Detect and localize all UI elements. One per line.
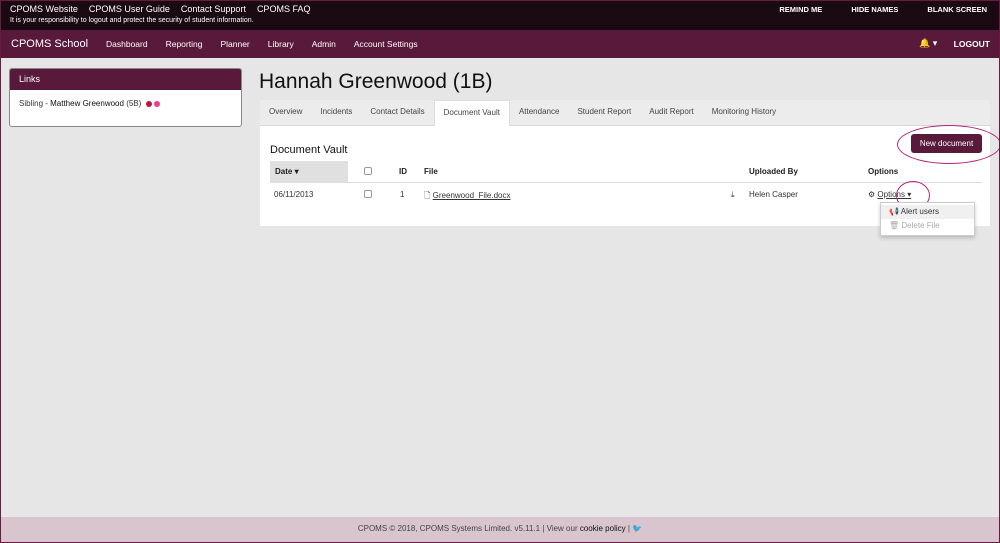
- nav-reporting[interactable]: Reporting: [166, 39, 203, 49]
- twitter-icon[interactable]: 🐦: [632, 524, 642, 533]
- status-dot-red: [145, 100, 152, 107]
- nav-planner[interactable]: Planner: [220, 39, 249, 49]
- sibling-link-row: Sibling - Matthew Greenwood (5B): [10, 90, 241, 117]
- table-header: Date ▾ ID File Uploaded By Options: [270, 161, 982, 183]
- id-column-header: ID: [399, 167, 407, 176]
- alert-users-item[interactable]: 📢 Alert users: [881, 205, 974, 219]
- row-uploaded-by: Helen Casper: [749, 190, 798, 199]
- privacy-controls: REMIND ME HIDE NAMES BLANK SCREEN: [779, 5, 987, 14]
- hide-names-button[interactable]: HIDE NAMES: [851, 5, 898, 14]
- logout-button[interactable]: LOGOUT: [954, 39, 990, 49]
- trash-icon: 🗑: [889, 221, 900, 230]
- student-name-heading: Hannah Greenwood (1B): [259, 70, 493, 93]
- date-column-header[interactable]: Date ▾: [270, 161, 348, 182]
- blank-screen-button[interactable]: BLANK SCREEN: [927, 5, 987, 14]
- tab-overview[interactable]: Overview: [260, 100, 311, 125]
- status-dot-pink: [153, 100, 160, 107]
- faq-link[interactable]: CPOMS FAQ: [257, 4, 311, 14]
- file-link[interactable]: Greenwood_File.docx: [433, 191, 511, 200]
- remind-me-button[interactable]: REMIND ME: [779, 5, 822, 14]
- user-guide-link[interactable]: CPOMS User Guide: [89, 4, 170, 14]
- tab-incidents[interactable]: Incidents: [311, 100, 361, 125]
- main-nav: CPOMS School Dashboard Reporting Planner…: [0, 30, 1000, 58]
- nav-account-settings[interactable]: Account Settings: [354, 39, 418, 49]
- alert-users-label: Alert users: [900, 207, 939, 216]
- links-panel: Links Sibling - Matthew Greenwood (5B): [9, 68, 242, 127]
- download-icon[interactable]: ⤓: [731, 190, 735, 200]
- sibling-prefix: Sibling -: [19, 99, 51, 108]
- options-dropdown-menu: 📢 Alert users 🗑 Delete File: [880, 202, 975, 236]
- section-title: Document Vault: [270, 144, 348, 156]
- tab-monitoring-history[interactable]: Monitoring History: [703, 100, 785, 125]
- row-date: 06/11/2013: [274, 190, 314, 199]
- links-panel-title: Links: [10, 69, 241, 90]
- file-cell: 🗋 Greenwood_File.docx: [424, 190, 511, 204]
- footer: CPOMS © 2018, CPOMS Systems Limited. v5.…: [0, 517, 1000, 543]
- tab-audit-report[interactable]: Audit Report: [640, 100, 702, 125]
- cpoms-website-link[interactable]: CPOMS Website: [10, 4, 78, 14]
- cookie-policy-link[interactable]: cookie policy: [580, 524, 626, 533]
- tab-contact-details[interactable]: Contact Details: [361, 100, 433, 125]
- student-tabs: Overview Incidents Contact Details Docum…: [260, 100, 990, 126]
- delete-file-item[interactable]: 🗑 Delete File: [881, 219, 974, 233]
- megaphone-icon: 📢: [889, 207, 899, 216]
- footer-text: CPOMS © 2018, CPOMS Systems Limited. v5.…: [357, 524, 580, 533]
- highlight-circle: [897, 125, 1000, 164]
- document-icon: 🗋: [424, 191, 431, 200]
- security-notice: It is your responsibility to logout and …: [10, 17, 254, 24]
- brand-name[interactable]: CPOMS School: [11, 38, 88, 50]
- top-links: CPOMS Website CPOMS User Guide Contact S…: [10, 4, 310, 14]
- sibling-name-link[interactable]: Matthew Greenwood: [50, 99, 124, 108]
- tab-student-report[interactable]: Student Report: [568, 100, 640, 125]
- table-row: 06/11/2013 1 🗋 Greenwood_File.docx ⤓ Hel…: [270, 184, 982, 206]
- contact-support-link[interactable]: Contact Support: [181, 4, 246, 14]
- row-id: 1: [400, 190, 405, 199]
- file-column-header: File: [424, 167, 438, 176]
- row-checkbox[interactable]: [364, 190, 372, 200]
- tab-attendance[interactable]: Attendance: [510, 100, 568, 125]
- nav-dashboard[interactable]: Dashboard: [106, 39, 148, 49]
- bell-icon[interactable]: 🔔 ▾: [919, 38, 937, 49]
- delete-file-label: Delete File: [901, 221, 940, 230]
- tab-document-vault[interactable]: Document Vault: [433, 100, 510, 126]
- nav-items: Dashboard Reporting Planner Library Admi…: [106, 39, 418, 49]
- select-all-checkbox[interactable]: [364, 167, 372, 177]
- uploaded-by-column-header: Uploaded By: [749, 167, 798, 176]
- sibling-class: (5B): [126, 99, 142, 108]
- nav-library[interactable]: Library: [268, 39, 294, 49]
- gear-icon: ⚙: [868, 190, 876, 199]
- options-column-header: Options: [868, 167, 899, 176]
- top-bar: CPOMS Website CPOMS User Guide Contact S…: [0, 0, 1000, 30]
- nav-admin[interactable]: Admin: [312, 39, 336, 49]
